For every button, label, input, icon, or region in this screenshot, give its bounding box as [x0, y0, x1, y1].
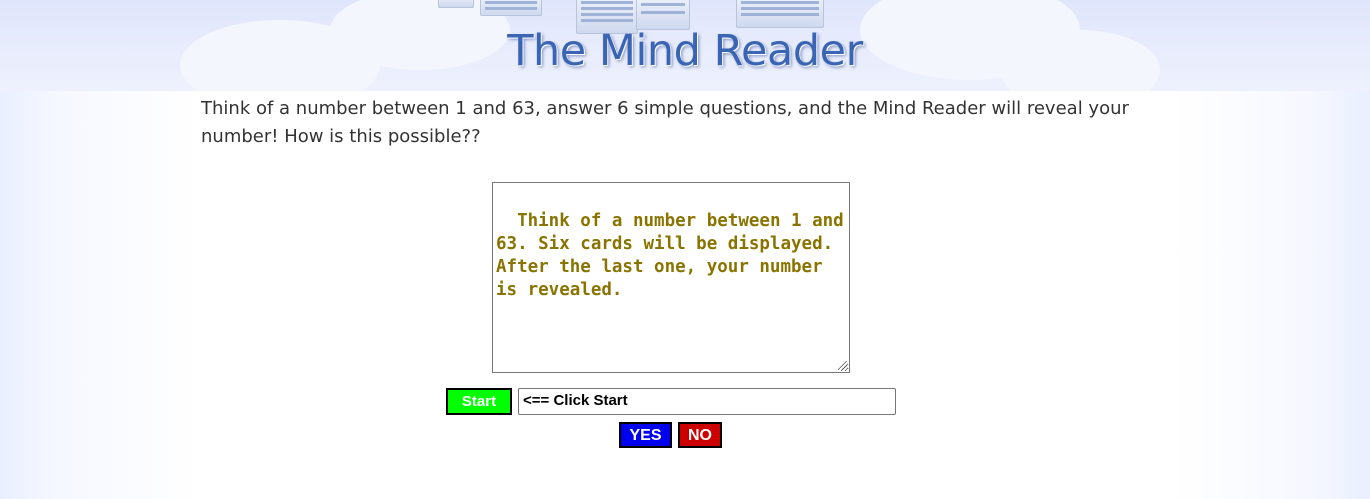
resize-grip-icon[interactable] [838, 361, 847, 370]
page-title: The Mind Reader [507, 26, 863, 76]
building-decoration [736, 0, 824, 28]
card-display-textarea[interactable]: Think of a number between 1 and 63. Six … [492, 182, 850, 373]
building-decoration [480, 0, 542, 16]
no-button[interactable]: NO [678, 422, 722, 448]
intro-text: Think of a number between 1 and 63, answ… [201, 98, 1129, 147]
building-decoration [438, 0, 474, 8]
header-banner: The Mind Reader [0, 0, 1370, 91]
card-display-text: Think of a number between 1 and 63. Six … [496, 211, 844, 300]
status-field[interactable]: <== Click Start [518, 388, 896, 415]
yes-button[interactable]: YES [619, 422, 672, 448]
start-button[interactable]: Start [446, 388, 512, 415]
